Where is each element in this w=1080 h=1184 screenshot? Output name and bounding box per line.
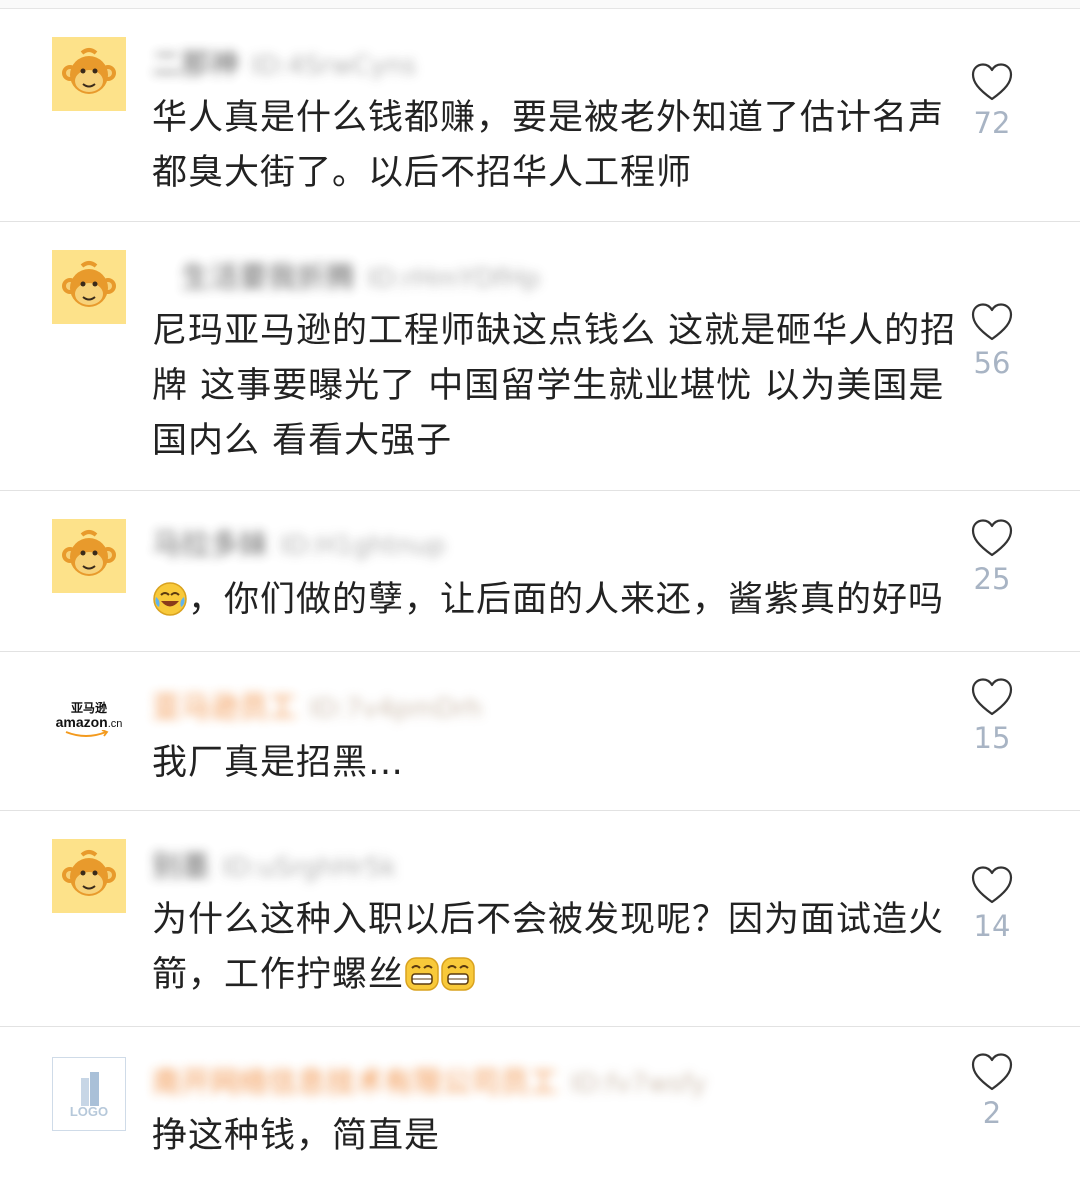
heart-icon[interactable]: [970, 1052, 1014, 1092]
user-id: ID:4SrwCyns: [251, 51, 417, 81]
grin-emoji: [440, 954, 476, 1009]
heart-icon[interactable]: [970, 302, 1014, 342]
amazon-logo-cn-text: 亚马逊: [70, 701, 107, 715]
amazon-logo-wordmark: amazon: [55, 714, 108, 730]
comment-text: 挣这种钱，简直是: [152, 1116, 441, 1156]
username-name[interactable]: 南开网络信息技术有限公司员工: [152, 1065, 558, 1099]
username[interactable]: 南开网络信息技术有限公司员工 ID:fv7wsfy: [152, 1065, 706, 1099]
like-button[interactable]: 14: [962, 865, 1022, 943]
like-button[interactable]: 56: [962, 302, 1022, 380]
comment-text-content: ，你们做的孽，让后面的人来还，酱紫真的好吗: [188, 580, 945, 620]
comment-text-content: 为什么这种入职以后不会被发现呢？因为面试造火箭，工作拧螺丝: [152, 900, 945, 995]
username-name[interactable]: 别墨: [152, 849, 210, 883]
top-divider: [0, 0, 1080, 9]
username-name[interactable]: 生活要我折腾: [152, 260, 355, 294]
username[interactable]: 别墨 ID:uSrghHr5k: [152, 849, 397, 883]
comment-item: 生活要我折腾 ID:rHmYDfHp 尼玛亚马逊的工程师缺这点钱么 这就是砸华人的…: [0, 222, 1080, 491]
grin-emoji: [404, 954, 440, 1009]
user-id: ID:rHmYDfHp: [367, 264, 541, 294]
amazon-logo[interactable]: 亚马逊 amazon.cn: [52, 680, 126, 754]
comment-text: 为什么这种入职以后不会被发现呢？因为面试造火箭，工作拧螺丝: [152, 893, 962, 1009]
like-count: 56: [973, 346, 1011, 380]
like-count: 15: [973, 721, 1011, 755]
comment-text: 华人真是什么钱都赚，要是被老外知道了估计名声都臭大街了。以后不招华人工程师: [152, 98, 945, 193]
comment-item: 二那神 ID:4SrwCyns 华人真是什么钱都赚，要是被老外知道了估计名声都臭大…: [0, 9, 1080, 222]
username[interactable]: 马拉多妹 ID:H1ghtnup: [152, 527, 445, 561]
user-id: ID:7v4pmDrh: [309, 694, 483, 724]
user-id: ID:H1ghtnup: [280, 531, 446, 561]
user-id: ID:fv7wsfy: [570, 1069, 707, 1099]
user-id: ID:uSrghHr5k: [222, 853, 397, 883]
username[interactable]: 二那神 ID:4SrwCyns: [152, 47, 416, 81]
comment-text: 尼玛亚马逊的工程师缺这点钱么 这就是砸华人的招牌 这事要曝光了 中国留学生就业堪…: [152, 311, 957, 461]
tears-of-joy-emoji: [152, 579, 188, 634]
username[interactable]: 亚马逊员工 ID:7v4pmDrh: [152, 690, 483, 724]
heart-icon[interactable]: [970, 865, 1014, 905]
like-count: 14: [973, 909, 1011, 943]
like-button[interactable]: 25: [962, 518, 1022, 596]
comment-item: LOGO 南开网络信息技术有限公司员工 ID:fv7wsfy 挣这种钱，简直是 2: [0, 1027, 1080, 1184]
comment-item: 亚马逊 amazon.cn 亚马逊员工 ID:7v4pmDrh 我厂真是招黑… 1…: [0, 652, 1080, 811]
logo-label: LOGO: [69, 1104, 109, 1119]
amazon-smile-icon: [65, 730, 109, 737]
comment-text: ，你们做的孽，让后面的人来还，酱紫真的好吗: [152, 573, 962, 634]
heart-icon[interactable]: [970, 518, 1014, 558]
monkey-avatar[interactable]: [52, 519, 126, 593]
company-logo-placeholder[interactable]: LOGO: [52, 1057, 126, 1131]
comment-item: 别墨 ID:uSrghHr5k 为什么这种入职以后不会被发现呢？因为面试造火箭，工…: [0, 811, 1080, 1027]
building-icon: [81, 1072, 99, 1106]
like-count: 72: [973, 106, 1011, 140]
monkey-avatar[interactable]: [52, 839, 126, 913]
like-count: 25: [973, 562, 1011, 596]
monkey-avatar[interactable]: [52, 250, 126, 324]
like-button[interactable]: 72: [962, 62, 1022, 140]
username[interactable]: 生活要我折腾 ID:rHmYDfHp: [152, 260, 540, 294]
comment-item: 马拉多妹 ID:H1ghtnup ，你们做的孽，让后面的人来还，酱紫真的好吗 25: [0, 491, 1080, 652]
like-count: 2: [982, 1096, 1002, 1130]
monkey-avatar[interactable]: [52, 37, 126, 111]
like-button[interactable]: 2: [962, 1052, 1022, 1130]
like-button[interactable]: 15: [962, 677, 1022, 755]
heart-icon[interactable]: [970, 677, 1014, 717]
username-name[interactable]: 马拉多妹: [152, 527, 268, 561]
username-name[interactable]: 二那神: [152, 47, 239, 81]
heart-icon[interactable]: [970, 62, 1014, 102]
comment-text: 我厂真是招黑…: [152, 743, 405, 783]
amazon-logo-suffix: .cn: [107, 718, 123, 730]
username-name[interactable]: 亚马逊员工: [152, 690, 297, 724]
